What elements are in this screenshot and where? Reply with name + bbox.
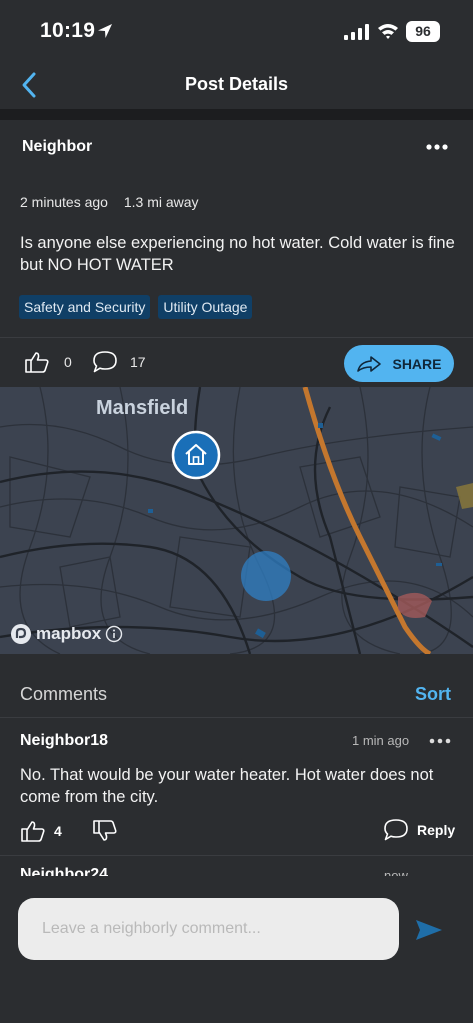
comment-author[interactable]: Neighbor18 xyxy=(20,732,108,750)
share-label: SHARE xyxy=(392,355,442,372)
map-place-label: Mansfield xyxy=(96,397,189,419)
post-body: Is anyone else experiencing no hot water… xyxy=(20,234,455,274)
speech-bubble-icon xyxy=(93,351,117,373)
thumbs-up-icon xyxy=(25,352,49,373)
location-arrow-icon xyxy=(98,24,112,38)
comment-author[interactable]: Neighbor24 xyxy=(20,866,108,876)
post-tags: Safety and Security Utility Outage xyxy=(19,295,253,319)
mapbox-label: mapbox xyxy=(36,624,102,643)
comment-count: 17 xyxy=(130,354,146,370)
comment-item-partial: Neighbor24 now xyxy=(0,856,473,876)
mapbox-attribution: mapbox xyxy=(10,623,123,645)
home-marker-icon[interactable] xyxy=(171,430,221,480)
comment-time: 1 min ago xyxy=(352,733,410,748)
battery-indicator: 96 xyxy=(406,21,440,42)
cellular-signal-icon xyxy=(344,24,369,40)
sort-button[interactable]: Sort xyxy=(415,684,451,705)
comments-title: Comments xyxy=(20,684,108,704)
post-meta: 2 minutes ago 1.3 mi away xyxy=(20,194,211,210)
wifi-icon xyxy=(378,24,398,39)
share-arrow-icon xyxy=(357,355,382,372)
tag-safety-and-security[interactable]: Safety and Security xyxy=(19,295,151,319)
comment-input[interactable] xyxy=(18,898,399,960)
reply-button[interactable]: Reply xyxy=(383,818,455,842)
comment-more-icon[interactable] xyxy=(428,732,452,750)
thumbs-down-icon[interactable] xyxy=(92,820,118,842)
comment-composer xyxy=(0,876,473,1023)
page-title: Post Details xyxy=(184,74,289,94)
map-view[interactable]: Mansfield mapbox xyxy=(0,387,473,654)
section-divider xyxy=(0,109,473,120)
status-time: 10:19 xyxy=(40,19,96,42)
post-time: 2 minutes ago xyxy=(20,194,108,210)
post-author[interactable]: Neighbor xyxy=(22,138,92,156)
send-icon[interactable] xyxy=(414,918,444,942)
tag-utility-outage[interactable]: Utility Outage xyxy=(158,295,253,319)
comment-count-button[interactable]: 17 xyxy=(92,350,146,374)
speech-bubble-icon xyxy=(384,819,408,841)
comment-text: No. That would be your water heater. Hot… xyxy=(20,766,434,806)
thumbs-up-icon xyxy=(21,821,45,842)
share-button[interactable]: SHARE xyxy=(344,345,454,382)
status-bar: 10:19 96 xyxy=(0,0,473,60)
reply-label: Reply xyxy=(417,822,456,838)
like-button[interactable]: 0 xyxy=(24,351,72,373)
comments-header: Comments Sort xyxy=(0,674,473,718)
nav-bar: Post Details xyxy=(0,60,473,110)
more-options-icon[interactable] xyxy=(424,136,450,158)
comment-time: now xyxy=(384,868,408,876)
map-roads xyxy=(0,387,473,654)
like-count: 0 xyxy=(64,354,72,370)
comment-like-count: 4 xyxy=(54,823,62,839)
mapbox-logo-icon xyxy=(11,624,31,644)
post-action-row: 0 17 SHARE xyxy=(0,337,473,387)
comment-like-button[interactable]: 4 xyxy=(20,820,62,842)
info-icon[interactable] xyxy=(105,625,123,643)
post-distance: 1.3 mi away xyxy=(123,194,199,210)
comment-item: Neighbor18 1 min ago No. That would be y… xyxy=(0,718,473,856)
